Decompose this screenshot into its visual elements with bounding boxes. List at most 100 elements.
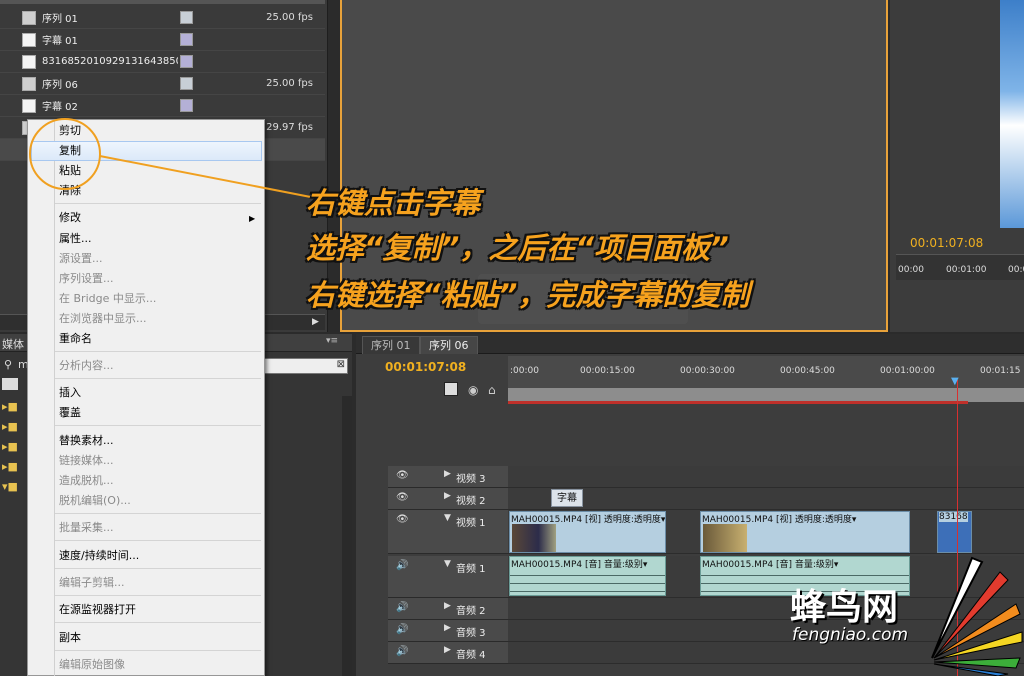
folder-icon[interactable]: ▸■ bbox=[2, 420, 26, 440]
label-swatch bbox=[180, 33, 193, 46]
work-area-bar[interactable] bbox=[508, 388, 1024, 402]
project-item[interactable]: 831685201092913164385​0 bbox=[0, 51, 325, 73]
menu-item-edit-subclip[interactable]: 编辑子剪辑... bbox=[59, 573, 125, 593]
track-header-audio-3[interactable]: 🔊 ▶ 音频 3 bbox=[388, 620, 508, 642]
menu-separator bbox=[55, 540, 261, 541]
expand-track-icon[interactable]: ▶ bbox=[444, 469, 451, 479]
ruler-tick-label: 00:0 bbox=[1008, 265, 1024, 275]
eye-icon[interactable]: 👁 bbox=[396, 470, 409, 481]
label-swatch bbox=[180, 55, 193, 68]
track-lane-video-3[interactable] bbox=[508, 466, 1024, 488]
menu-item-replace-footage[interactable]: 替换素材... bbox=[59, 431, 114, 451]
menu-item-sequence-settings[interactable]: 序列设置... bbox=[59, 269, 114, 289]
image-file-icon bbox=[22, 54, 36, 69]
expand-track-icon[interactable]: ▶ bbox=[444, 601, 451, 611]
speaker-icon[interactable]: 🔊 bbox=[396, 646, 408, 657]
menu-item-speed-duration[interactable]: 速度/持续时间... bbox=[59, 546, 139, 566]
waveform bbox=[510, 583, 665, 584]
menu-item-edit-original-image[interactable]: 编辑原始图像 bbox=[59, 655, 125, 675]
title-file-icon bbox=[22, 98, 36, 113]
collapse-track-icon[interactable]: ▼ bbox=[444, 559, 451, 569]
menu-separator bbox=[55, 378, 261, 379]
folder-icon[interactable]: ▸■ bbox=[2, 440, 26, 460]
clip-thumbnail bbox=[703, 524, 747, 552]
media-tab[interactable]: 媒体 bbox=[2, 336, 24, 352]
project-item[interactable]: 字幕 01 bbox=[0, 29, 325, 51]
menu-item-open-in-source-monitor[interactable]: 在源监视器打开 bbox=[59, 600, 136, 620]
expand-track-icon[interactable]: ▶ bbox=[444, 491, 451, 501]
project-item[interactable]: 序列 01 25.00 fps bbox=[0, 7, 325, 29]
menu-item-duplicate[interactable]: 副本 bbox=[59, 628, 81, 648]
media-scrollbar[interactable] bbox=[342, 396, 352, 676]
menu-item-batch-capture[interactable]: 批量采集... bbox=[59, 518, 114, 538]
project-item-fps: 25.00 fps bbox=[266, 12, 313, 23]
playhead-handle-icon[interactable]: ▼ bbox=[951, 376, 959, 387]
subtitle-clip[interactable]: 字幕 bbox=[551, 489, 583, 507]
track-lane-video-2[interactable] bbox=[508, 488, 1024, 510]
ruler-tick-label: 00:01:00:00 bbox=[880, 366, 935, 376]
folder-icon[interactable]: ▸■ bbox=[2, 400, 26, 420]
menu-item-analyze[interactable]: 分析内容... bbox=[59, 356, 114, 376]
project-item[interactable]: 字幕 02 bbox=[0, 95, 325, 117]
video-clip[interactable]: MAH00015.MP4 [视] 透明度:透明度▾ bbox=[700, 511, 910, 553]
menu-separator bbox=[55, 203, 261, 204]
eye-icon[interactable]: 👁 bbox=[396, 514, 409, 525]
menu-separator bbox=[55, 568, 261, 569]
menu-item-source-settings[interactable]: 源设置... bbox=[59, 249, 103, 269]
image-clip[interactable]: 83168 bbox=[937, 511, 972, 553]
project-item-fps: 29.97 fps bbox=[266, 122, 313, 133]
menu-item-reveal-bridge[interactable]: 在 Bridge 中显示... bbox=[59, 289, 156, 309]
track-name: 视频 2 bbox=[456, 496, 486, 507]
menu-item-link-media[interactable]: 链接媒体... bbox=[59, 451, 114, 471]
menu-item-rename[interactable]: 重命名 bbox=[59, 329, 92, 349]
panel-menu-icon[interactable]: ▾≡ bbox=[326, 336, 338, 346]
folder-icon[interactable]: ▸■ bbox=[2, 460, 26, 480]
project-item[interactable]: 序列 06 25.00 fps bbox=[0, 73, 325, 95]
fengniao-logo-icon bbox=[931, 556, 1023, 676]
project-item-name: 序列 01 bbox=[42, 14, 78, 25]
tab-sequence-06[interactable]: 序列 06 bbox=[420, 336, 478, 354]
title-file-icon bbox=[22, 32, 36, 47]
clear-search-icon[interactable]: ⊠ bbox=[337, 359, 345, 370]
speaker-icon[interactable]: 🔊 bbox=[396, 624, 408, 635]
menu-item-edit-offline[interactable]: 脱机编辑(O)... bbox=[59, 491, 131, 511]
expand-track-icon[interactable]: ▶ bbox=[444, 645, 451, 655]
track-header-video-1[interactable]: 👁 ▼ 视频 1 bbox=[388, 510, 508, 554]
search-input[interactable]: ⊠ bbox=[264, 358, 348, 374]
track-name: 音频 3 bbox=[456, 628, 486, 639]
menu-separator bbox=[55, 622, 261, 623]
eye-icon[interactable]: 👁 bbox=[396, 492, 409, 503]
track-name: 音频 4 bbox=[456, 650, 486, 661]
speaker-icon[interactable]: 🔊 bbox=[396, 602, 408, 613]
timeline-timecode[interactable]: 00:01:07:08 bbox=[385, 360, 466, 374]
ruler-tick-label: 00:00:45:00 bbox=[780, 366, 835, 376]
menu-item-make-offline[interactable]: 造成脱机... bbox=[59, 471, 114, 491]
keyframe-icon[interactable]: ⌂ bbox=[488, 383, 496, 397]
folder-icon[interactable]: ▾■ bbox=[2, 480, 26, 500]
marker-icon[interactable]: ◉ bbox=[468, 383, 478, 397]
label-swatch bbox=[180, 77, 193, 90]
folder-up-icon[interactable] bbox=[2, 378, 18, 390]
track-header-audio-2[interactable]: 🔊 ▶ 音频 2 bbox=[388, 598, 508, 620]
menu-item-insert[interactable]: 插入 bbox=[59, 383, 81, 403]
track-header-video-3[interactable]: 👁 ▶ 视频 3 bbox=[388, 466, 508, 488]
program-timecode[interactable]: 00:01:07:08 bbox=[910, 236, 983, 250]
track-header-audio-1[interactable]: 🔊 ▼ 音频 1 bbox=[388, 556, 508, 598]
scroll-right-icon[interactable]: ▶ bbox=[312, 317, 319, 327]
expand-track-icon[interactable]: ▶ bbox=[444, 623, 451, 633]
collapse-track-icon[interactable]: ▼ bbox=[444, 513, 451, 523]
video-clip[interactable]: MAH00015.MP4 [视] 透明度:透明度▾ bbox=[509, 511, 666, 553]
speaker-icon[interactable]: 🔊 bbox=[396, 560, 408, 571]
tab-sequence-01[interactable]: 序列 01 bbox=[362, 336, 420, 354]
track-header-audio-4[interactable]: 🔊 ▶ 音频 4 bbox=[388, 642, 508, 664]
menu-item-modify[interactable]: 修改 bbox=[59, 208, 81, 228]
menu-separator bbox=[55, 595, 261, 596]
menu-item-reveal-browser[interactable]: 在浏览器中显示... bbox=[59, 309, 147, 329]
audio-clip[interactable]: MAH00015.MP4 [音] 音量:级别▾ bbox=[509, 556, 666, 596]
menu-item-properties[interactable]: 属性... bbox=[59, 229, 92, 249]
program-time-ruler[interactable]: 00:00 00:01:00 00:0 bbox=[896, 254, 1024, 280]
track-header-video-2[interactable]: 👁 ▶ 视频 2 bbox=[388, 488, 508, 510]
menu-item-overwrite[interactable]: 覆盖 bbox=[59, 403, 81, 423]
render-bar bbox=[508, 401, 968, 404]
snap-icon[interactable] bbox=[444, 382, 458, 396]
